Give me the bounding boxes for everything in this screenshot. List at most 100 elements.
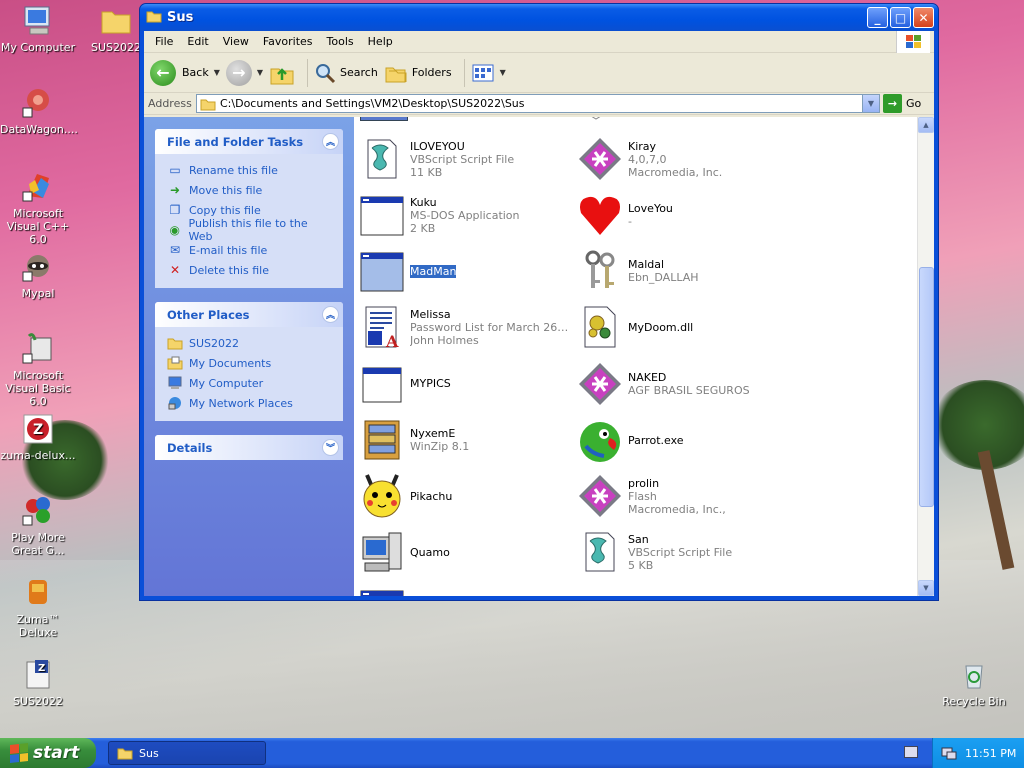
file-folder-tasks-header[interactable]: File and Folder Tasks ︽	[155, 129, 343, 154]
file-item[interactable]: A Melissa Password List for March 26th ...…	[358, 302, 574, 354]
file-line2: -	[628, 215, 632, 229]
file-item[interactable]	[358, 583, 574, 596]
menu-help[interactable]: Help	[361, 35, 400, 48]
maximize-button[interactable]: □	[890, 7, 911, 28]
go-button[interactable]: → Go	[883, 94, 921, 113]
file-item[interactable]: NAKED AGF BRASIL SEGUROS	[576, 358, 792, 410]
file-item[interactable]: Pikachu	[358, 470, 574, 522]
vertical-scrollbar[interactable]: ▲ ▼	[917, 117, 934, 596]
title-bar[interactable]: Sus _ □ ✕	[140, 4, 938, 31]
publish-web-icon: ◉	[169, 223, 181, 237]
go-label: Go	[906, 97, 922, 110]
file-item[interactable]: prolin Flash Macromedia, Inc.,	[576, 470, 792, 522]
scroll-up-button[interactable]: ▲	[918, 117, 934, 133]
scroll-down-button[interactable]: ▼	[918, 580, 934, 596]
file-item[interactable]: MYPICS	[358, 358, 574, 410]
desktop-icon-play-more-games[interactable]: Play More Great G...	[0, 494, 76, 557]
svg-text:A: A	[385, 332, 399, 351]
file-text: Parrot.exe	[628, 434, 684, 447]
publish-web-link[interactable]: ◉ Publish this file to the Web	[167, 217, 331, 243]
menu-file[interactable]: File	[148, 35, 180, 48]
file-item[interactable]: Parrot.exe	[576, 414, 792, 466]
file-item[interactable]: Maldal Ebn_DALLAH	[576, 245, 792, 297]
delete-file-link[interactable]: ✕ Delete this file	[167, 260, 331, 280]
file-item[interactable]: ILOVEYOU VBScript Script File 11 KB	[358, 133, 574, 185]
start-button[interactable]: start	[0, 738, 96, 768]
up-folder-button[interactable]	[269, 60, 295, 86]
link-label: My Computer	[189, 376, 264, 390]
close-button[interactable]: ✕	[913, 7, 934, 28]
taskbar-item-sus[interactable]: Sus	[108, 741, 266, 765]
desktop-icon-recycle-bin[interactable]: Recycle Bin	[936, 658, 1012, 708]
minimize-button[interactable]: _	[867, 7, 888, 28]
file-item[interactable]: LoveYou -	[576, 189, 792, 241]
folders-button[interactable]: Folders	[384, 62, 452, 84]
menu-tools[interactable]: Tools	[320, 35, 361, 48]
desktop-icon-my-computer[interactable]: My Computer	[0, 4, 76, 54]
desktop-icon-mypal[interactable]: Mypal	[0, 250, 76, 300]
file-line2: Ebn_DALLAH	[628, 271, 699, 285]
toolbar-separator	[307, 58, 309, 87]
desktop-icon-zuma-deluxe[interactable]: Zuma™ Deluxe	[0, 576, 76, 639]
dropdown-arrow-icon[interactable]: ▼	[214, 68, 220, 77]
details-header[interactable]: Details ︾	[155, 435, 343, 460]
file-text: Quamo	[410, 546, 450, 559]
desktop-icon-visual-basic[interactable]: Microsoft Visual Basic 6.0	[0, 332, 76, 408]
file-line2: Password List for March 26th ...	[410, 321, 570, 335]
link-label: Rename this file	[189, 163, 278, 177]
collapse-chevron-icon[interactable]: ︽	[322, 306, 339, 323]
file-item[interactable]: San VBScript Script File 5 KB	[576, 526, 792, 578]
rename-icon: ▭	[169, 163, 181, 177]
link-label: E-mail this file	[189, 243, 268, 257]
desktop-icon-sus2022-archive[interactable]: Z SUS2022	[0, 658, 76, 708]
desktop-icon-visual-cpp[interactable]: Microsoft Visual C++ 6.0	[0, 170, 76, 246]
palm-tree-decoration	[930, 380, 1024, 470]
link-label: Copy this file	[189, 203, 261, 217]
forward-arrow-icon: →	[225, 59, 252, 86]
file-item[interactable]: Quamo	[358, 526, 574, 578]
place-network-link[interactable]: My Network Places	[167, 393, 331, 413]
scrollbar-thumb[interactable]	[919, 267, 934, 507]
clock[interactable]: 11:51 PM	[965, 747, 1016, 760]
winzip-icon	[358, 416, 406, 464]
partial-file-icon	[582, 117, 622, 120]
desktop-icon-zuma-deluxe-installer[interactable]: Z zuma-delux...	[0, 412, 76, 462]
file-item[interactable]: Shoerec	[576, 583, 792, 596]
place-my-computer-link[interactable]: My Computer	[167, 373, 331, 393]
desktop-icon-datawagon[interactable]: DataWagon....	[0, 86, 78, 136]
file-line2: VBScript Script File	[628, 545, 733, 559]
dropdown-arrow-icon[interactable]: ▼	[500, 68, 506, 77]
address-input[interactable]: C:\Documents and Settings\VM2\Desktop\SU…	[196, 94, 880, 113]
menu-favorites[interactable]: Favorites	[256, 35, 320, 48]
collapse-chevron-icon[interactable]: ︽	[322, 133, 339, 150]
place-my-documents-link[interactable]: My Documents	[167, 353, 331, 373]
forward-button[interactable]: → ▼	[225, 59, 263, 86]
menu-edit[interactable]: Edit	[180, 35, 215, 48]
copy-icon: ❐	[169, 203, 181, 217]
partial-file-icon	[360, 117, 408, 121]
file-name: MadMan	[410, 264, 457, 278]
move-file-link[interactable]: ➜ Move this file	[167, 180, 331, 200]
link-label: My Documents	[189, 356, 272, 370]
menu-view[interactable]: View	[216, 35, 256, 48]
file-item[interactable]: MadMan	[358, 245, 574, 297]
back-button[interactable]: ← Back ▼	[150, 59, 220, 86]
other-places-header[interactable]: Other Places ︽	[155, 302, 343, 327]
file-item[interactable]: Kiray 4,0,7,0 Macromedia, Inc.	[576, 133, 792, 185]
dropdown-arrow-icon[interactable]: ▼	[257, 68, 263, 77]
address-dropdown-button[interactable]: ▼	[862, 95, 879, 112]
file-item[interactable]: NyxemE WinZip 8.1	[358, 414, 574, 466]
window-icon	[358, 360, 406, 408]
games-icon	[21, 494, 55, 528]
rename-file-link[interactable]: ▭ Rename this file	[167, 160, 331, 180]
minimize-icon: _	[874, 10, 881, 25]
views-button[interactable]: ▼	[471, 63, 506, 83]
file-name: Quamo	[410, 545, 450, 559]
file-item[interactable]: Kuku MS-DOS Application 2 KB	[358, 189, 574, 241]
email-file-link[interactable]: ✉ E-mail this file	[167, 240, 331, 260]
place-sus2022-link[interactable]: SUS2022	[167, 333, 331, 353]
keyboard-icon[interactable]	[904, 746, 918, 758]
search-button[interactable]: Search	[314, 62, 378, 84]
expand-chevron-icon[interactable]: ︾	[322, 439, 339, 456]
file-item[interactable]: MyDoom.dll	[576, 302, 792, 354]
